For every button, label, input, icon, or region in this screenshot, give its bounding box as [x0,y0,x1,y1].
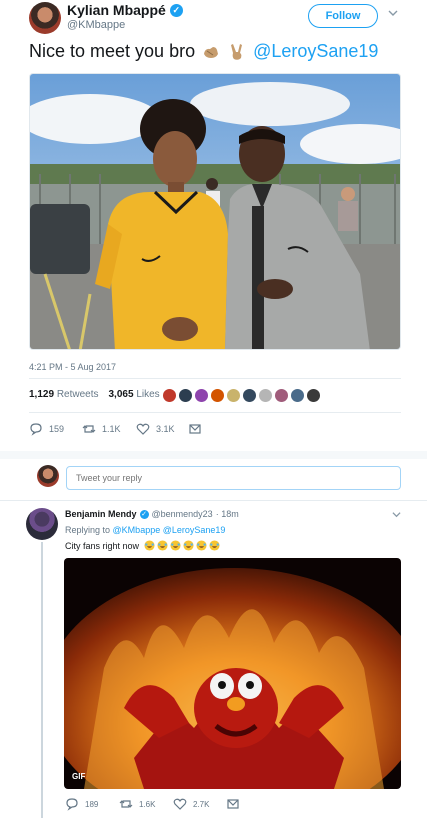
retweet-action[interactable]: 1.6K [119,797,173,811]
liker-avatar[interactable] [242,388,257,403]
section-separator [0,451,427,459]
like-action[interactable]: 2.7K [173,797,226,811]
replying-to-link[interactable]: @KMbappe [113,525,161,535]
reply-action[interactable]: 159 [29,422,82,436]
liker-avatar[interactable] [226,388,241,403]
replying-prefix: Replying to [65,525,111,535]
retweet-action[interactable]: 1.1K [82,422,136,436]
divider [0,500,427,501]
replying-to-link[interactable]: @LeroySane19 [163,525,226,535]
tweet-mention-link[interactable]: @LeroySane19 [253,41,378,62]
author-handle[interactable]: @KMbappe [67,19,125,31]
tweet-timestamp[interactable]: 4:21 PM - 5 Aug 2017 [29,362,116,372]
message-icon [189,424,201,434]
liker-avatar[interactable] [162,388,177,403]
message-icon [227,799,239,809]
reply-icon [30,423,42,436]
verified-icon: ✓ [139,509,149,519]
follow-button[interactable]: Follow [308,4,378,28]
verified-icon: ✓ [169,3,183,17]
retweet-count: 1.6K [139,799,156,809]
victory-hand-emoji-icon [231,43,243,60]
reply-gif[interactable]: GIF [64,558,401,789]
liker-avatar[interactable] [274,388,289,403]
laughing-emoji-icon [170,540,181,551]
tweet-stats: 1,129 Retweets 3,065 Likes [29,389,160,400]
liker-avatar[interactable] [194,388,209,403]
liker-avatar[interactable] [290,388,305,403]
reply-count: 159 [49,424,65,434]
like-count: 3.1K [156,424,175,434]
reply-time[interactable]: · 18m [216,509,239,519]
chevron-down-icon[interactable] [388,8,398,18]
tweet-photo[interactable] [29,73,401,350]
reply-author-row: Benjamin Mendy ✓ @benmendy23 · 18m [65,509,239,519]
author-name[interactable]: Kylian Mbappé [67,2,166,18]
like-action[interactable]: 3.1K [136,422,188,436]
retweet-icon [119,800,133,808]
likers-avatars[interactable] [162,388,322,403]
laughing-emoji-icon [196,540,207,551]
chevron-down-icon[interactable] [392,510,401,519]
photo-illustration [30,74,400,349]
likes-label: Likes [136,389,160,400]
author-avatar[interactable] [29,2,61,34]
liker-avatar[interactable] [258,388,273,403]
laughing-emoji-icon [157,540,168,551]
reply-actions: 189 1.6K 2.7K [65,797,240,811]
retweets-label: Retweets [56,389,99,400]
reply-input[interactable] [66,466,401,490]
reply-text-body: City fans right now [65,540,140,551]
reply-count: 189 [85,799,99,809]
tweet-text: Nice to meet you bro @LeroySane19 [29,41,378,62]
reply-author-name[interactable]: Benjamin Mendy [65,509,137,519]
liker-avatar[interactable] [306,388,321,403]
retweets-stat[interactable]: 1,129 Retweets [29,389,99,400]
like-count: 2.7K [193,799,210,809]
reply-action[interactable]: 189 [65,797,119,811]
retweets-count: 1,129 [29,389,55,400]
gif-illustration [64,558,401,789]
retweet-icon [82,425,96,433]
handshake-emoji-icon [204,46,219,58]
reply-icon [66,798,78,811]
gif-label: GIF [72,772,86,781]
replying-to: Replying to @KMbappe @LeroySane19 [65,525,225,535]
like-icon [136,423,150,435]
thread-line [41,542,43,818]
tweet-actions: 159 1.1K 3.1K [29,422,202,436]
likes-stat[interactable]: 3,065 Likes [109,389,160,400]
reply-text: City fans right now [65,540,220,551]
liker-avatar[interactable] [178,388,193,403]
message-action[interactable] [188,422,202,436]
message-action[interactable] [226,797,240,811]
author-name-row[interactable]: Kylian Mbappé ✓ [67,2,183,18]
retweet-count: 1.1K [102,424,121,434]
reply-author-handle[interactable]: @benmendy23 [152,509,213,519]
current-user-avatar [37,465,59,487]
divider [29,378,401,379]
laughing-emoji-icon [183,540,194,551]
tweet-text-body: Nice to meet you bro [29,41,196,61]
like-icon [173,798,187,810]
laughing-emoji-icon [209,540,220,551]
laughing-emoji-icon [144,540,155,551]
liker-avatar[interactable] [210,388,225,403]
reply-author-avatar[interactable] [26,508,58,540]
divider [29,412,401,413]
likes-count: 3,065 [108,389,134,400]
